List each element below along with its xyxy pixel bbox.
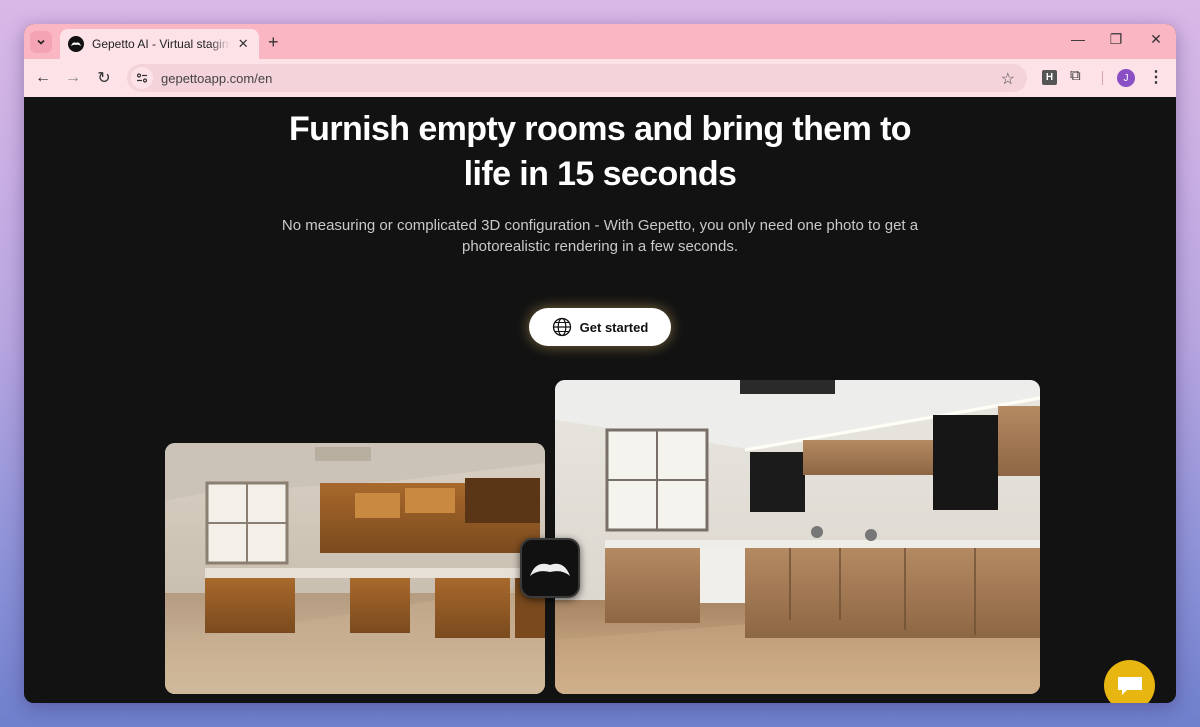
- tab-title: Gepetto AI - Virtual staging and: [92, 37, 230, 51]
- browser-toolbar: ← → ↻ gepettoapp.com/en ☆ H ⧉ J ⋮: [24, 59, 1176, 97]
- tab-search-button[interactable]: [30, 31, 52, 53]
- minimize-icon[interactable]: —: [1068, 31, 1088, 47]
- chevron-down-icon: [37, 39, 45, 45]
- extension-h-icon[interactable]: H: [1042, 70, 1057, 85]
- subtitle-line-1: No measuring or complicated 3D configura…: [281, 217, 919, 234]
- address-bar[interactable]: gepettoapp.com/en ☆: [127, 64, 1027, 92]
- reload-icon[interactable]: ↻: [93, 67, 115, 89]
- toolbar-divider: [1102, 71, 1103, 85]
- bookmark-star-icon[interactable]: ☆: [1001, 69, 1015, 89]
- browser-window: Gepetto AI - Virtual staging and ✕ + — ❐…: [24, 24, 1176, 703]
- extensions-puzzle-icon[interactable]: ⧉: [1070, 67, 1081, 84]
- restore-icon[interactable]: ❐: [1106, 31, 1126, 48]
- headline-line-1: Furnish empty rooms and bring them to: [289, 110, 912, 148]
- hero-headline: Furnish empty rooms and bring them to li…: [24, 107, 1176, 197]
- chat-widget-button[interactable]: [1104, 660, 1155, 703]
- headline-line-2: life in 15 seconds: [463, 155, 737, 193]
- page-content: Furnish empty rooms and bring them to li…: [24, 97, 1176, 703]
- hero-subtitle: No measuring or complicated 3D configura…: [24, 215, 1176, 257]
- back-arrow-icon[interactable]: ←: [32, 67, 54, 89]
- tab-close-icon[interactable]: ✕: [236, 36, 252, 52]
- close-window-icon[interactable]: ✕: [1146, 31, 1166, 48]
- tab-strip: Gepetto AI - Virtual staging and ✕ + — ❐…: [24, 24, 1176, 59]
- subtitle-line-2: photorealistic rendering in a few second…: [462, 238, 738, 255]
- site-info-icon[interactable]: [131, 67, 153, 89]
- get-started-button[interactable]: Get started: [529, 308, 671, 346]
- menu-kebab-icon[interactable]: ⋮: [1148, 67, 1164, 87]
- active-tab[interactable]: Gepetto AI - Virtual staging and ✕: [60, 29, 259, 59]
- profile-avatar[interactable]: J: [1117, 69, 1135, 87]
- url-text: gepettoapp.com/en: [161, 70, 273, 86]
- forward-arrow-icon[interactable]: →: [62, 67, 84, 89]
- new-tab-button[interactable]: +: [268, 32, 279, 53]
- gepetto-favicon-icon: [68, 36, 84, 52]
- chat-bubble-icon: [1117, 676, 1142, 695]
- after-room-image: [555, 380, 1040, 694]
- globe-icon: [552, 317, 571, 337]
- gepetto-logo-icon: [520, 538, 580, 598]
- before-room-image: [165, 443, 545, 694]
- get-started-label: Get started: [579, 319, 649, 335]
